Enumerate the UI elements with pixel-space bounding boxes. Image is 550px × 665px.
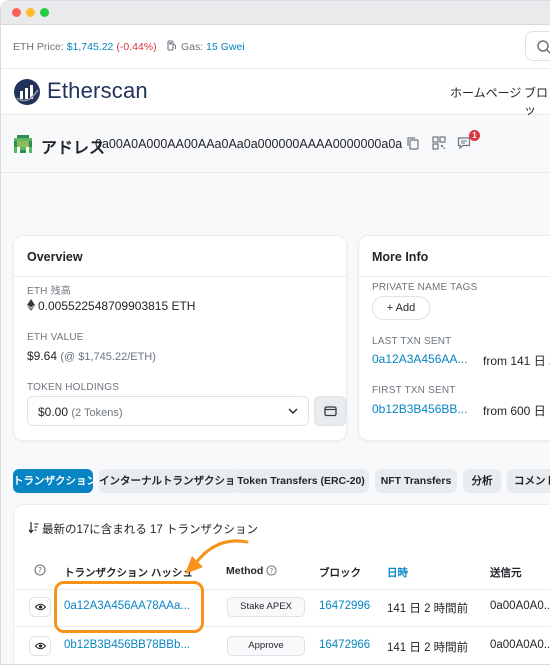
- address-heading: アドレス 0a00A0A000AA00AAa0Aa0a000000AAAA000…: [1, 115, 550, 173]
- method-info-icon[interactable]: ?: [266, 565, 277, 576]
- help-icon[interactable]: ?: [34, 564, 46, 576]
- eth-price-value[interactable]: $1,745.22: [67, 41, 114, 53]
- header-age[interactable]: 日時: [387, 565, 408, 580]
- eth-value: $9.64 (@ $1,745.22/ETH): [27, 349, 156, 363]
- tab-nft-transfers[interactable]: NFT Transfers: [375, 469, 457, 493]
- qr-code-icon[interactable]: [432, 136, 446, 150]
- divider: [359, 276, 550, 277]
- eye-icon: [35, 603, 46, 611]
- token-holdings-dropdown[interactable]: $0.00 (2 Tokens): [27, 396, 309, 426]
- maximize-window-button[interactable]: [40, 8, 49, 17]
- block-link[interactable]: 16472966: [319, 639, 370, 651]
- last-txn-label: LAST TXN SENT: [372, 336, 452, 347]
- close-window-button[interactable]: [12, 8, 21, 17]
- eth-value-label: ETH VALUE: [27, 332, 84, 343]
- more-info-card: More Info PRIVATE NAME TAGS + Add LAST T…: [358, 235, 550, 441]
- token-holdings-label: TOKEN HOLDINGS: [27, 382, 120, 393]
- tab-token-transfers[interactable]: Token Transfers (ERC-20): [233, 469, 369, 493]
- eth-price-change: (-0.44%): [116, 41, 157, 53]
- add-name-tag-button[interactable]: + Add: [372, 296, 430, 320]
- divider: [14, 276, 346, 277]
- txn-age: 141 日 2 時間前: [387, 642, 469, 654]
- eth-balance-label: ETH 残高: [27, 286, 71, 297]
- private-tags-label: PRIVATE NAME TAGS: [372, 282, 478, 293]
- txn-preview-button[interactable]: [29, 597, 51, 617]
- tab-analytics[interactable]: 分析: [463, 469, 501, 493]
- svg-text:?: ?: [38, 566, 42, 575]
- eth-value-rate: (@ $1,745.22/ETH): [60, 351, 156, 363]
- tab-transactions[interactable]: トランザクション: [13, 469, 97, 493]
- method-badge: Stake APEX: [227, 597, 305, 617]
- token-holdings-value: $0.00 (2 Tokens): [38, 405, 123, 419]
- etherscan-logo-icon[interactable]: [13, 78, 41, 106]
- eye-icon: [35, 642, 46, 650]
- block-link[interactable]: 16472996: [319, 600, 370, 612]
- address-hash: 0a00A0A000AA00AAa0Aa0a000000AAAA0000000a…: [95, 137, 403, 151]
- transactions-summary: 最新の17に含まれる 17 トランザクション: [42, 524, 258, 536]
- nav-home[interactable]: ホームページ: [450, 84, 521, 101]
- market-info-bar: ETH Price: $1,745.22 (-0.44%) Gas: 15 Gw…: [1, 25, 550, 69]
- comment-count-badge: 1: [469, 130, 480, 141]
- gas-pump-icon: [167, 40, 176, 51]
- sort-icon: [28, 522, 39, 534]
- tab-comments[interactable]: コメント: [507, 469, 550, 493]
- wallet-icon: [324, 406, 337, 417]
- annotation-arrow-icon: [185, 539, 249, 574]
- tab-internal-transactions[interactable]: インターナルトランザクション: [99, 469, 246, 493]
- eth-price: ETH Price: $1,745.22 (-0.44%): [13, 41, 157, 53]
- browser-window: ETH Price: $1,745.22 (-0.44%) Gas: 15 Gw…: [0, 0, 550, 665]
- txn-age: 141 日 2 時間前: [387, 603, 469, 615]
- nav-blockchain[interactable]: ブロッ: [524, 84, 550, 118]
- title-bar: [1, 1, 550, 25]
- search-icon: [537, 40, 550, 55]
- highlight-box: [54, 581, 204, 633]
- txn-hash-link[interactable]: 0b12B3B456BB78BBb...: [64, 639, 190, 651]
- first-txn-label: FIRST TXN SENT: [372, 385, 456, 396]
- chevron-down-icon: [288, 408, 298, 414]
- token-holdings-amount: $0.00: [38, 405, 69, 419]
- eth-price-label: ETH Price:: [13, 41, 64, 53]
- search-button[interactable]: [525, 31, 550, 61]
- overview-card: Overview ETH 残高 0.005522548709903815 ETH…: [13, 235, 347, 441]
- gas-label: Gas:: [181, 41, 204, 53]
- from-address[interactable]: 0a00A0A0...: [490, 639, 550, 651]
- token-holdings-count: (2 Tokens): [71, 407, 123, 419]
- first-txn-time: from 600 日: [483, 404, 546, 418]
- last-txn-hash-link[interactable]: 0a12A3A456AA...: [372, 352, 467, 366]
- token-wallet-button[interactable]: [314, 396, 346, 426]
- header-from: 送信元: [490, 567, 522, 579]
- site-header: Etherscan ホームページ ブロッ: [1, 69, 550, 118]
- txn-preview-button[interactable]: [29, 636, 51, 656]
- gas-price: Gas: 15 Gwei: [181, 41, 245, 53]
- from-address[interactable]: 0a00A0A0...: [490, 600, 550, 612]
- copy-icon[interactable]: [406, 136, 420, 150]
- ethereum-icon: [27, 299, 35, 311]
- first-txn-hash-link[interactable]: 0b12B3B456BB...: [372, 402, 467, 416]
- overview-title: Overview: [27, 250, 83, 264]
- more-info-title: More Info: [372, 250, 429, 264]
- last-txn-time: from 141 日 2: [483, 354, 550, 368]
- eth-value-amount: $9.64: [27, 349, 58, 363]
- method-badge: Approve: [227, 636, 305, 656]
- minimize-window-button[interactable]: [26, 8, 35, 17]
- svg-text:?: ?: [270, 567, 274, 575]
- header-block: ブロック: [319, 567, 361, 579]
- brand-name[interactable]: Etherscan: [47, 78, 148, 104]
- eth-balance-value: 0.005522548709903815 ETH: [38, 299, 196, 313]
- gas-value[interactable]: 15 Gwei: [206, 41, 245, 53]
- address-avatar: [14, 135, 32, 153]
